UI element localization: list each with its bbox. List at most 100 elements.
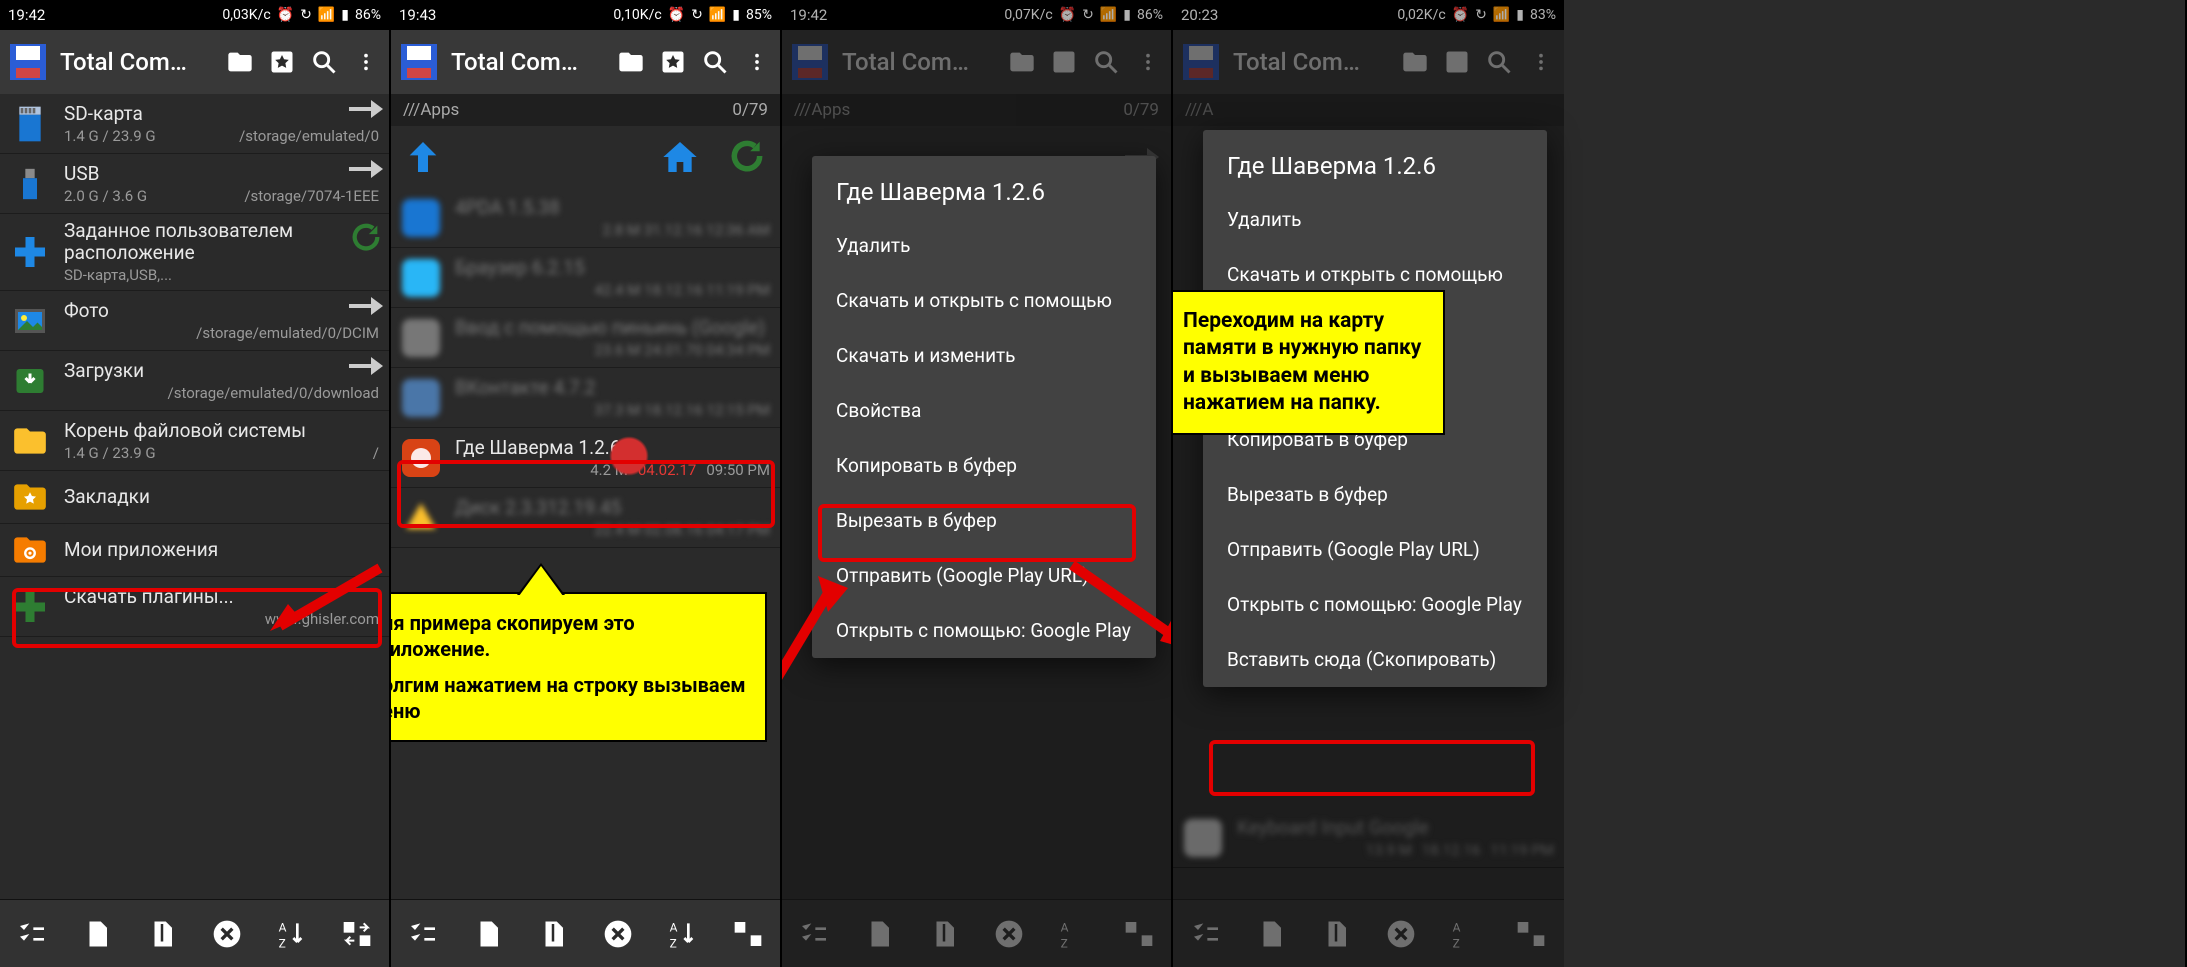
arrow-right-icon[interactable] [349,297,383,315]
alarm-icon: ⏰ [277,7,294,23]
usb-icon [10,164,50,204]
list-item[interactable]: Браузер 6.2.1542.4 M 18.12.16 11:19 PM [391,248,780,308]
menu-delete[interactable]: Удалить [812,218,1156,273]
menu-properties[interactable]: Свойства [812,383,1156,438]
overflow-icon[interactable] [742,47,772,77]
svg-text:A: A [278,920,286,934]
delete-icon[interactable] [598,914,638,954]
list-item[interactable]: Диск 2.3.312.19.4522.4 M 02.08.16 04:17 … [391,488,780,548]
folder-icon [10,421,50,461]
svg-text:Z: Z [278,936,285,950]
search-icon[interactable] [309,47,339,77]
menu-copy-clipboard[interactable]: Копировать в буфер [812,438,1156,493]
select-icon[interactable] [12,914,52,954]
list-item[interactable]: Ввод с помощью пиньинь (Google)23.6 M 24… [391,308,780,368]
folder-star-icon [10,477,50,517]
row-title: SD-карта [64,103,379,125]
phone-4: 20:23 0,02K/с⏰↻📶▮83% Total Com… ///A Где… [1173,0,2187,967]
folder-icon[interactable] [616,47,646,77]
search-icon[interactable] [700,47,730,77]
swap-icon[interactable] [728,914,768,954]
menu-download-open[interactable]: Скачать и открыть с помощью [812,273,1156,328]
menu-paste-here[interactable]: Вставить сюда (Скопировать) [1203,632,1547,687]
row-title: Заданное пользователем расположение [64,220,379,264]
row-title: Фото [64,300,379,322]
overflow-icon[interactable] [351,47,381,77]
row-usb[interactable]: USB2.0 G / 3.6 G/storage/7074-1EEE [0,154,389,214]
file-icon[interactable] [77,914,117,954]
delete-icon[interactable] [207,914,247,954]
phone-2: 19:43 0,10K/с⏰↻📶▮85% Total Com… ///Apps0… [391,0,782,967]
signal-icon: 📶 [318,7,335,23]
app-title: Total Com… [60,48,213,76]
row-selected-app[interactable]: Где Шаверма 1.2.64.2 M04.02.1709:50 PM [391,428,780,488]
menu-send-url[interactable]: Отправить (Google Play URL) [1203,522,1547,577]
folder-gear-icon [10,530,50,570]
plus-green-icon [10,587,50,627]
status-time: 19:42 [8,6,45,24]
file-icon[interactable] [468,914,508,954]
nav-row [391,126,780,188]
swap-icon[interactable] [337,914,377,954]
zip-icon[interactable] [142,914,182,954]
menu-delete[interactable]: Удалить [1203,192,1547,247]
bottom-toolbar: AZ [0,899,389,967]
zip-icon[interactable] [533,914,573,954]
phone-1: 19:42 0,03K/с ⏰ ↻ 📶 ▮ 86% Total Com… SD-… [0,0,391,967]
row-sd-card[interactable]: SD-карта1.4 G / 23.9 G/storage/emulated/… [0,94,389,154]
row-filesystem-root[interactable]: Корень файловой системы1.4 G / 23.9 G/ [0,411,389,471]
row-user-location[interactable]: Заданное пользователем расположениеSD-ка… [0,214,389,291]
go-up-button[interactable] [403,137,443,177]
sort-icon[interactable]: AZ [663,914,703,954]
sort-icon[interactable]: AZ [272,914,312,954]
app-apk-icon [401,438,441,478]
menu-cut-clipboard[interactable]: Вырезать в буфер [812,493,1156,548]
status-battery: 86% [355,7,381,23]
status-bar: 19:43 0,10K/с⏰↻📶▮85% [391,0,780,30]
arrow-right-icon[interactable] [349,357,383,375]
app-icon [8,42,48,82]
sync-icon: ↻ [300,7,312,23]
list-item[interactable]: ВКонтакте 4.7.237.3 M 18.12.16 12:15 PM [391,368,780,428]
callout-2: Переходим на карту памяти в нужную папку… [1173,290,1445,435]
picture-icon [10,301,50,341]
svg-text:Z: Z [669,936,676,950]
toolbar: Total Com… [391,30,780,94]
refresh-button[interactable] [728,137,768,177]
menu-cut-clipboard[interactable]: Вырезать в буфер [1203,467,1547,522]
row-title: Корень файловой системы [64,420,379,442]
bookmark-icon[interactable] [267,47,297,77]
menu-download-edit[interactable]: Скачать и изменить [812,328,1156,383]
home-button[interactable] [660,137,700,177]
annotation-arrow [1062,555,1173,655]
dialog-title: Где Шаверма 1.2.6 [812,156,1156,218]
select-icon[interactable] [403,914,443,954]
row-title: USB [64,163,379,185]
arrow-right-icon[interactable] [349,100,383,118]
row-title: Закладки [64,486,379,508]
phone-3: 19:42 0,07K/с⏰↻📶▮86% Total Com… ///Apps0… [782,0,1173,967]
status-speed: 0,03K/с [222,7,270,23]
path-bar[interactable]: ///Apps0/79 [391,94,780,126]
annotation-arrow [270,556,391,636]
app-icon [399,42,439,82]
callout-1: Для примера скопируем это приложение. До… [391,592,767,742]
refresh-corner-icon[interactable] [349,220,383,254]
arrow-right-icon[interactable] [349,160,383,178]
dialog-title: Где Шаверма 1.2.6 [1203,130,1547,192]
row-bookmarks[interactable]: Закладки [0,471,389,524]
row-photo[interactable]: Фото/storage/emulated/0/DCIM [0,291,389,351]
row-downloads[interactable]: Загрузки/storage/emulated/0/download [0,351,389,411]
folder-icon[interactable] [225,47,255,77]
row-title: Загрузки [64,360,379,382]
toolbar: Total Com… [0,30,389,94]
bottom-toolbar: AZ [391,899,780,967]
touch-indicator [609,436,649,476]
svg-text:A: A [669,920,677,934]
status-bar: 19:42 0,03K/с ⏰ ↻ 📶 ▮ 86% [0,0,389,30]
bookmark-icon[interactable] [658,47,688,77]
list-item[interactable]: 4PDA 1.5.382.8 M 31.12.16 12:36 AM [391,188,780,248]
menu-open-play[interactable]: Открыть с помощью: Google Play [1203,577,1547,632]
sd-card-icon [10,104,50,144]
annotation-arrow [782,570,850,700]
